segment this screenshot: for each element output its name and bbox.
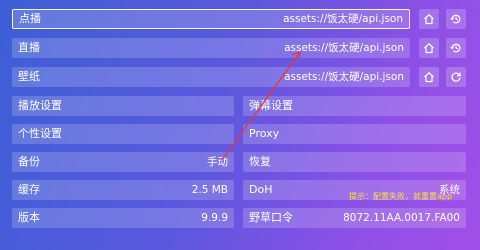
wallpaper-config-row[interactable]: 壁纸 assets://饭太硬/api.json — [12, 67, 410, 87]
playback-settings-row[interactable]: 播放设置 — [12, 96, 234, 116]
proxy-row[interactable]: Proxy — [243, 124, 466, 144]
playback-settings-label: 播放设置 — [18, 99, 62, 112]
wallpaper-url: assets://饭太硬/api.json — [284, 71, 404, 83]
token-row[interactable]: 野草口令 8072.11AA.0017.FA00 — [243, 208, 466, 228]
version-label: 版本 — [18, 211, 40, 224]
live-history-button[interactable] — [446, 38, 466, 58]
home-icon — [424, 42, 434, 54]
wallpaper-refresh-button[interactable] — [446, 67, 466, 87]
cache-value: 2.5 MB — [191, 184, 228, 196]
home-icon — [424, 13, 434, 25]
restore-label: 恢复 — [249, 155, 271, 168]
personal-settings-label: 个性设置 — [18, 127, 62, 140]
home-icon — [424, 71, 434, 83]
version-row[interactable]: 版本 9.9.9 — [12, 208, 234, 228]
token-label: 野草口令 — [249, 211, 293, 224]
token-value: 8072.11AA.0017.FA00 — [343, 212, 460, 224]
backup-label: 备份 — [18, 155, 40, 168]
vod-url: assets://饭太硬/api.json — [283, 13, 403, 25]
vod-config-row[interactable]: 点播 assets://饭太硬/api.json — [12, 9, 410, 29]
cache-row[interactable]: 缓存 2.5 MB — [12, 180, 234, 200]
proxy-label: Proxy — [249, 127, 280, 140]
live-label: 直播 — [18, 41, 40, 54]
doh-label: DoH — [249, 183, 273, 196]
history-icon — [450, 43, 461, 53]
cache-label: 缓存 — [18, 183, 40, 196]
live-config-row[interactable]: 直播 assets://饭太硬/api.json — [12, 38, 410, 58]
live-url: assets://饭太硬/api.json — [284, 42, 404, 54]
wallpaper-label: 壁纸 — [18, 70, 40, 83]
live-home-button[interactable] — [419, 38, 439, 58]
vod-home-button[interactable] — [419, 9, 439, 29]
restore-row[interactable]: 恢复 — [243, 152, 466, 172]
version-value: 9.9.9 — [201, 212, 228, 224]
wallpaper-home-button[interactable] — [419, 67, 439, 87]
hint-text: 提示：配置失败，就重置app — [349, 192, 453, 201]
danmaku-settings-row[interactable]: 弹幕设置 — [243, 96, 466, 116]
danmaku-settings-label: 弹幕设置 — [249, 99, 293, 112]
backup-value: 手动 — [207, 156, 228, 168]
backup-row[interactable]: 备份 手动 — [12, 152, 234, 172]
vod-history-button[interactable] — [446, 9, 466, 29]
history-icon — [450, 14, 461, 24]
refresh-icon — [451, 72, 461, 82]
vod-label: 点播 — [19, 12, 41, 25]
personal-settings-row[interactable]: 个性设置 — [12, 124, 234, 144]
